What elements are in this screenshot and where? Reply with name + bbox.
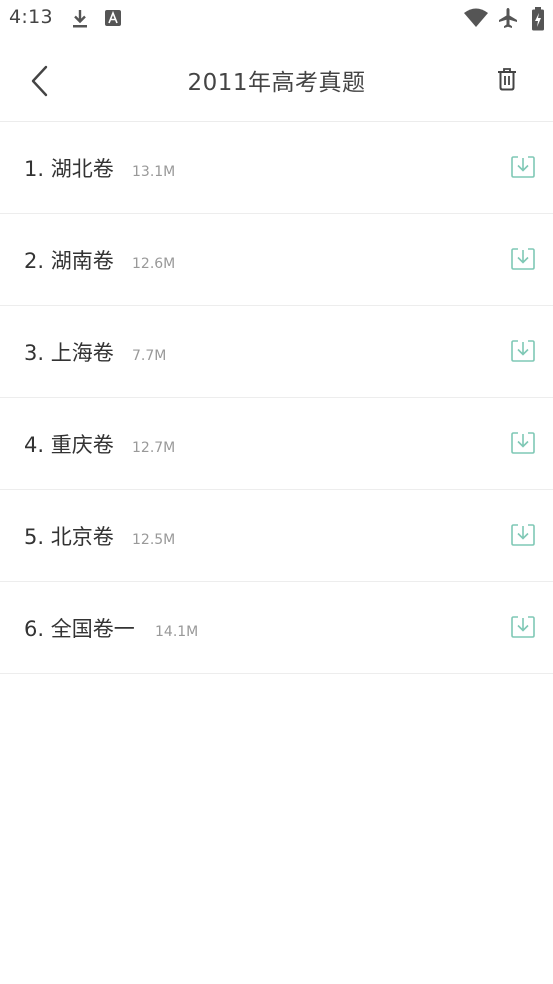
list-item[interactable]: 3. 上海卷 7.7M xyxy=(0,306,553,398)
item-title: 3. 上海卷 xyxy=(24,341,114,365)
item-size: 13.1M xyxy=(132,164,176,180)
list-item[interactable]: 1. 湖北卷 13.1M xyxy=(0,122,553,214)
item-size: 7.7M xyxy=(132,348,167,364)
item-title: 1. 湖北卷 xyxy=(24,157,114,181)
header-bar: 2011年高考真题 xyxy=(0,40,553,122)
download-button[interactable] xyxy=(505,333,541,369)
download-icon xyxy=(70,8,90,34)
download-icon xyxy=(511,432,535,454)
font-a-icon xyxy=(104,9,122,31)
list-item[interactable]: 6. 全国卷一 14.1M xyxy=(0,582,553,674)
download-icon xyxy=(511,616,535,638)
download-button[interactable] xyxy=(505,241,541,277)
item-title: 6. 全国卷一 xyxy=(24,617,135,641)
trash-icon xyxy=(498,68,516,91)
wifi-icon xyxy=(463,8,489,32)
download-button[interactable] xyxy=(505,425,541,461)
list-item[interactable]: 4. 重庆卷 12.7M xyxy=(0,398,553,490)
download-icon xyxy=(511,156,535,178)
list-item[interactable]: 5. 北京卷 12.5M xyxy=(0,490,553,582)
download-button[interactable] xyxy=(505,609,541,645)
item-title: 5. 北京卷 xyxy=(24,525,114,549)
airplane-icon xyxy=(497,7,519,33)
item-size: 14.1M xyxy=(155,624,199,640)
delete-button[interactable] xyxy=(490,62,524,98)
list-item[interactable]: 2. 湖南卷 12.6M xyxy=(0,214,553,306)
status-time: 4:13 xyxy=(9,6,53,28)
item-title: 2. 湖南卷 xyxy=(24,249,114,273)
download-icon xyxy=(511,340,535,362)
item-size: 12.7M xyxy=(132,440,176,456)
download-button[interactable] xyxy=(505,517,541,553)
status-bar: 4:13 xyxy=(0,0,553,40)
download-button[interactable] xyxy=(505,149,541,185)
item-size: 12.5M xyxy=(132,532,176,548)
item-size: 12.6M xyxy=(132,256,176,272)
battery-charging-icon xyxy=(531,7,545,35)
item-title: 4. 重庆卷 xyxy=(24,433,114,457)
paper-list: 1. 湖北卷 13.1M 2. 湖南卷 12.6M 3. 上海卷 7.7M 4.… xyxy=(0,122,553,674)
download-icon xyxy=(511,248,535,270)
page-title: 2011年高考真题 xyxy=(187,70,366,96)
download-icon xyxy=(511,524,535,546)
